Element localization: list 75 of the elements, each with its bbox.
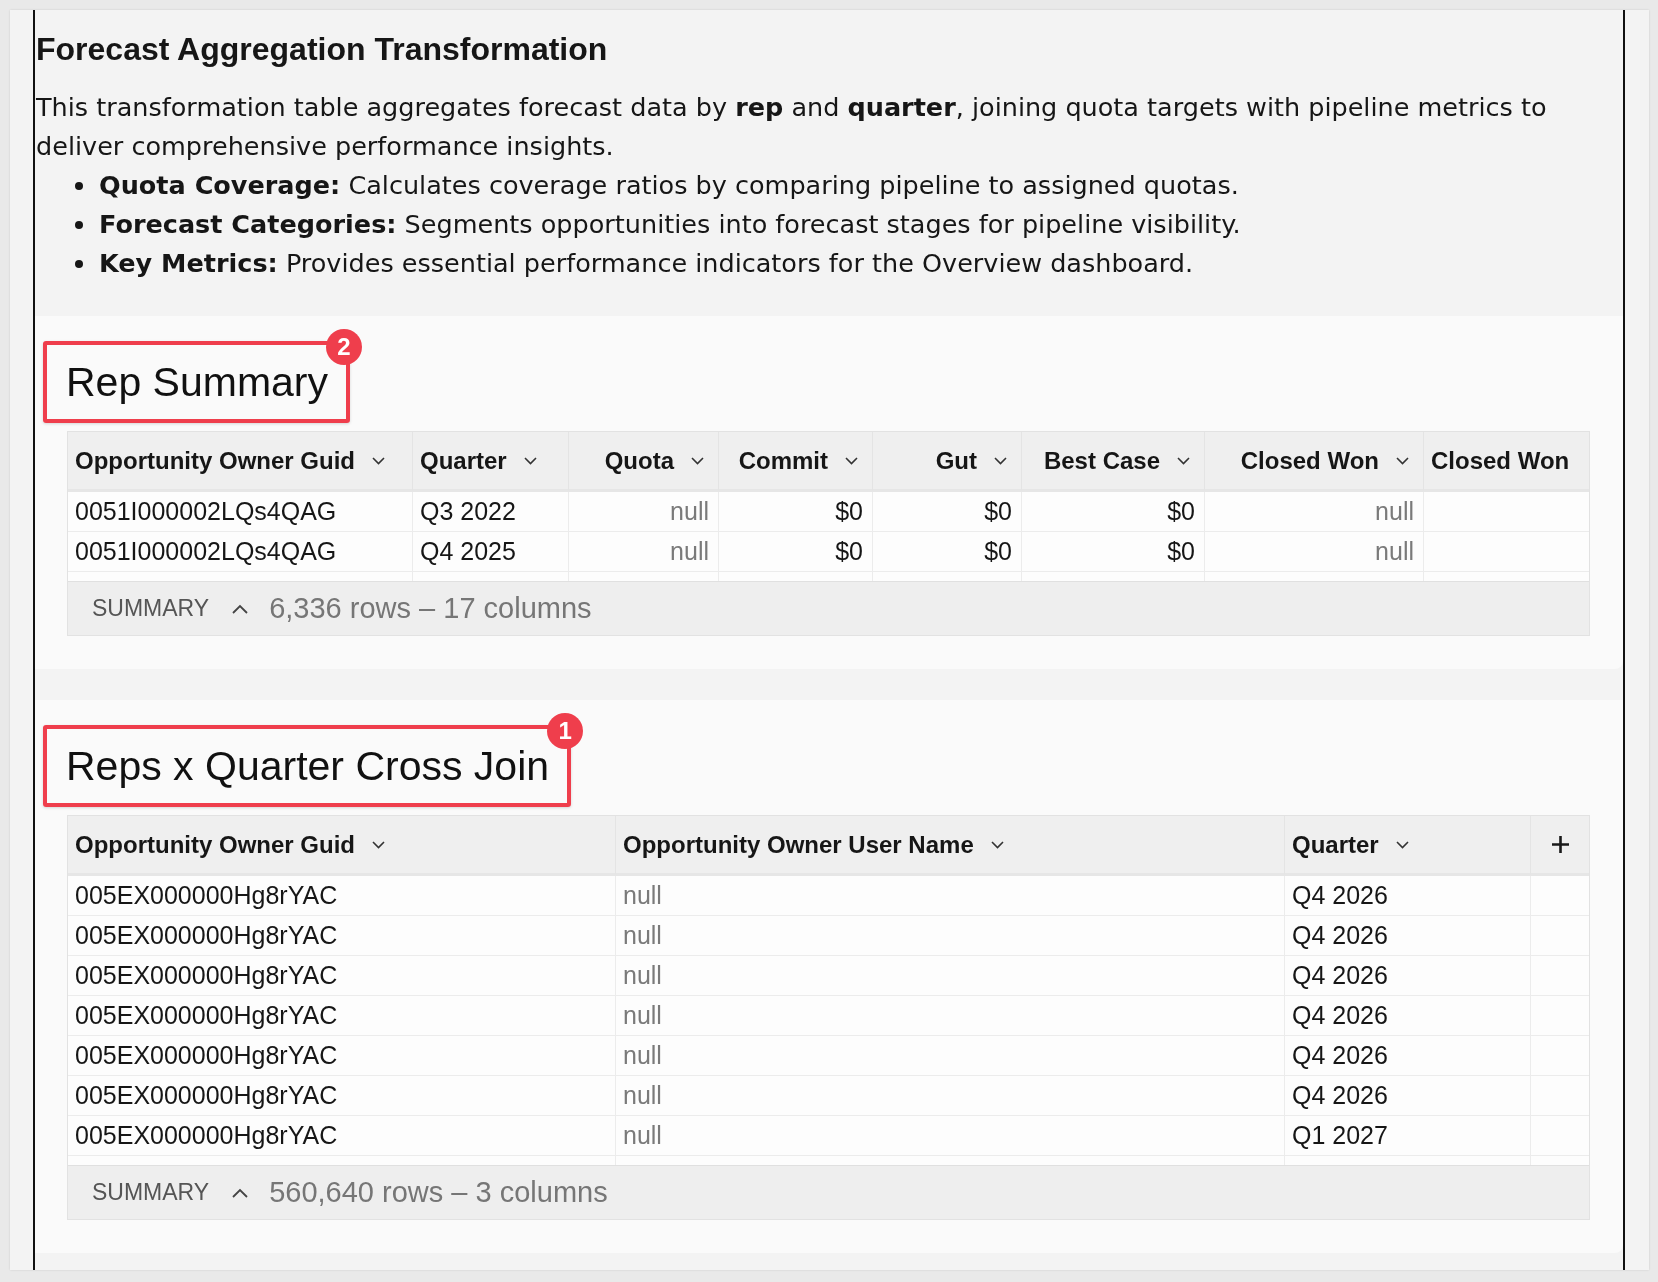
bullet-icon — [75, 259, 83, 268]
column-header[interactable]: Opportunity Owner Guid — [68, 432, 413, 492]
table-cell: Q4 2026 — [1285, 956, 1531, 996]
chevron-down-icon[interactable] — [523, 456, 537, 465]
section-title: Reps x Quarter Cross Join — [66, 742, 550, 791]
table-cell: 005EX000000Hg8rYAC — [68, 1036, 616, 1076]
table-cell: $0 — [719, 532, 873, 572]
table-cell: Q4 2026 — [1285, 916, 1531, 956]
table-cell: Q4 2026 — [1285, 876, 1531, 916]
column-header[interactable]: Opportunity Owner User Name — [616, 816, 1285, 876]
description-text: This transformation table aggregates forecast data by rep and quarter, joining quota targets with pipeline metrics to deliver comprehensive performance insights. — [36, 91, 1548, 163]
chevron-up-icon[interactable] — [232, 603, 249, 614]
bullet-icon — [75, 181, 83, 190]
plus-icon[interactable] — [1551, 836, 1569, 853]
table-cell: null — [616, 876, 1285, 916]
bullet-text: Key Metrics: Provides essential performance indicators for the Overview dashboard. — [99, 247, 1194, 280]
column-header[interactable]: Quarter — [413, 432, 569, 492]
column-header[interactable]: Opportunity Owner Guid — [68, 816, 616, 876]
annotation-badge: 1 — [547, 713, 584, 749]
page-title: Forecast Aggregation Transformation — [36, 30, 609, 68]
table-cell: 0051I000002LQs4QAG — [68, 492, 413, 532]
column-header[interactable]: Gut — [873, 432, 1022, 492]
table-cell: $0 — [873, 532, 1022, 572]
column-header[interactable]: Best Case — [1022, 432, 1205, 492]
chevron-down-icon[interactable] — [691, 456, 704, 465]
table-cell: null — [1205, 532, 1424, 572]
table-cell: null — [616, 1116, 1285, 1156]
table-cell: Q4 2026 — [1285, 996, 1531, 1036]
table-cell: Q4 2025 — [413, 532, 569, 572]
chevron-down-icon[interactable] — [994, 456, 1007, 465]
column-header[interactable]: Closed Won — [1424, 432, 1589, 492]
table-cell: null — [616, 956, 1285, 996]
table-cell: Q4 2026 — [1285, 1076, 1531, 1116]
chevron-down-icon[interactable] — [1395, 840, 1409, 849]
table-cell: 005EX000000Hg8rYAC — [68, 956, 616, 996]
column-header[interactable]: Commit — [719, 432, 873, 492]
bullet-text: Quota Coverage: Calculates coverage ratios by comparing pipeline to assigned quotas. — [99, 169, 1239, 202]
chevron-down-icon[interactable] — [372, 840, 385, 849]
chevron-down-icon[interactable] — [845, 456, 858, 465]
table-cell: null — [569, 532, 719, 572]
chevron-down-icon[interactable] — [1396, 456, 1409, 465]
table-cell: 005EX000000Hg8rYAC — [68, 876, 616, 916]
column-header[interactable]: Closed Won — [1205, 432, 1424, 492]
annotation-badge: 2 — [326, 329, 362, 365]
summary-count: 6,336 rows – 17 columns — [269, 592, 592, 625]
table-cell: $0 — [873, 492, 1022, 532]
summary-label: SUMMARY — [92, 595, 210, 622]
table-cell: null — [569, 492, 719, 532]
table-cell: 005EX000000Hg8rYAC — [68, 1116, 616, 1156]
chevron-down-icon[interactable] — [990, 840, 1004, 849]
summary-count: 560,640 rows – 3 columns — [269, 1176, 608, 1209]
table-cell: 005EX000000Hg8rYAC — [68, 996, 616, 1036]
table-cell: null — [616, 1036, 1285, 1076]
chevron-up-icon[interactable] — [232, 1187, 249, 1198]
table-cell: $0 — [1022, 532, 1205, 572]
table-cell: null — [1205, 492, 1424, 532]
table-cell: Q4 2026 — [1285, 1036, 1531, 1076]
table-cell: null — [616, 1076, 1285, 1116]
section-title: Rep Summary — [66, 358, 328, 407]
column-header[interactable]: Quarter — [1285, 816, 1531, 876]
table-cell: 005EX000000Hg8rYAC — [68, 1076, 616, 1116]
table-cell: 005EX000000Hg8rYAC — [68, 916, 616, 956]
table-cell: $0 — [719, 492, 873, 532]
summary-label: SUMMARY — [92, 1179, 210, 1206]
table-cell: Q3 2022 — [413, 492, 569, 532]
table-cell: null — [616, 996, 1285, 1036]
bullet-text: Forecast Categories: Segments opportunities into forecast stages for pipeline visibility. — [99, 208, 1241, 241]
bullet-icon — [75, 220, 83, 229]
column-header[interactable]: Quota — [569, 432, 719, 492]
table-cell: Q1 2027 — [1285, 1116, 1531, 1156]
chevron-down-icon[interactable] — [1177, 456, 1190, 465]
chevron-down-icon[interactable] — [372, 456, 385, 465]
table-cell: 0051I000002LQs4QAG — [68, 532, 413, 572]
table-cell: $0 — [1022, 492, 1205, 532]
table-cell: null — [616, 916, 1285, 956]
